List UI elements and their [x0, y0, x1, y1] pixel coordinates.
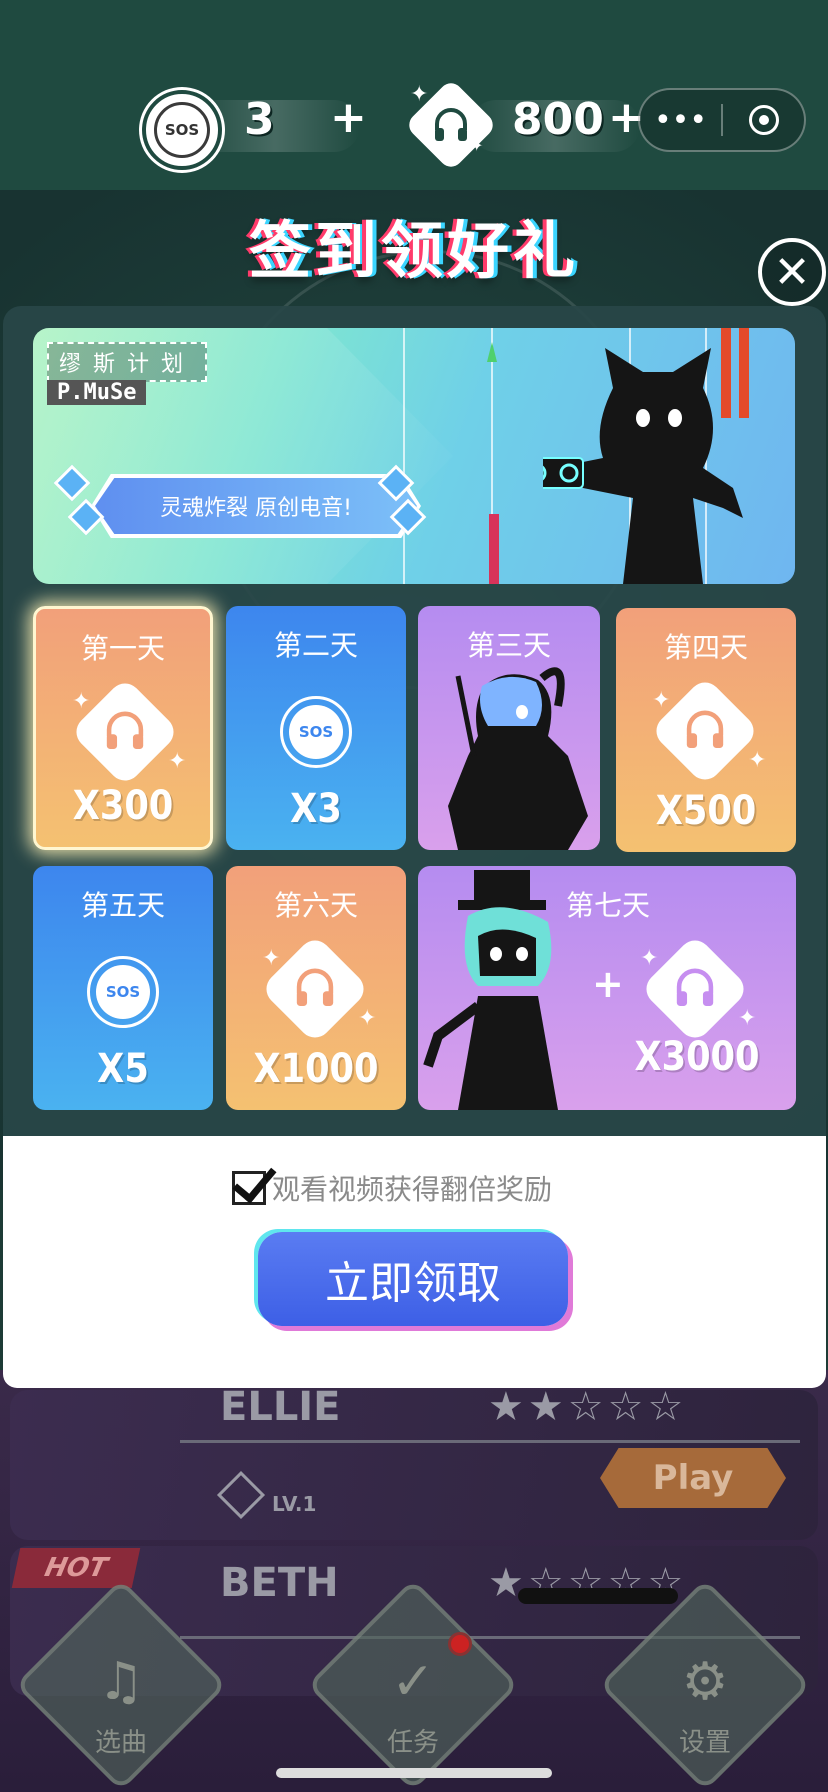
- target-icon: [748, 105, 779, 135]
- day-card-7[interactable]: 第七天 + ✦ ✦ X3000: [418, 866, 796, 1110]
- headphone-glyph-icon: [435, 108, 467, 141]
- brand-chinese: 缪斯计划: [47, 342, 208, 382]
- nav-label: 选曲: [94, 1728, 147, 1758]
- day-card-6[interactable]: 第六天 ✦ ✦ X1000: [226, 866, 406, 1110]
- song-card-ellie: ELLIE ★★☆☆☆ LV.1 Play: [10, 1384, 818, 1540]
- gear-icon: ⚙: [681, 1652, 729, 1712]
- sparkle-icon: ✦: [262, 946, 281, 971]
- play-button[interactable]: Play: [600, 1448, 786, 1508]
- day-label: 第六天: [273, 889, 358, 922]
- sos-add-button[interactable]: +: [330, 92, 367, 143]
- reward-amount: X3000: [634, 1034, 760, 1080]
- clipboard-check-icon: ✓: [391, 1652, 435, 1712]
- day-card-5[interactable]: 第五天 SOS X5: [33, 866, 213, 1110]
- song-name: BETH: [220, 1560, 339, 1606]
- headphone-icon: [676, 968, 714, 1007]
- day-label: 第一天: [80, 632, 165, 665]
- reward-amount: X5: [97, 1046, 149, 1092]
- horned-character-illustration: [448, 667, 588, 850]
- nav-label: 任务: [386, 1728, 439, 1758]
- day-label: 第四天: [663, 631, 748, 664]
- progress-line: [180, 1440, 800, 1443]
- plus-sign: +: [592, 962, 624, 1006]
- top-hat-character-illustration: [423, 870, 558, 1110]
- coin-count: 800: [512, 94, 604, 145]
- double-reward-label: 观看视频获得翻倍奖励: [272, 1173, 553, 1206]
- headphone-icon: [296, 968, 334, 1007]
- note-bar: [489, 514, 499, 584]
- sparkle-icon: ✦: [738, 1006, 757, 1031]
- brand-english: P.MuSe: [47, 380, 147, 405]
- reward-amount: X3: [290, 786, 342, 832]
- note-marker-icon: [487, 342, 497, 362]
- banner-lane: [403, 328, 405, 584]
- double-reward-option[interactable]: 观看视频获得翻倍奖励: [232, 1168, 552, 1208]
- sparkle-icon: ✦: [72, 689, 91, 714]
- nav-label: 设置: [678, 1728, 731, 1758]
- day-card-2[interactable]: 第二天 SOS X3: [226, 606, 406, 850]
- song-level: LV.1: [272, 1492, 317, 1516]
- close-miniprogram-button[interactable]: [723, 90, 804, 150]
- sparkle-icon: ✦: [640, 946, 659, 971]
- day-card-3[interactable]: 第三天: [418, 606, 600, 850]
- more-menu-button[interactable]: •••: [640, 90, 721, 150]
- promo-banner[interactable]: 缪斯计划 P.MuSe 灵魂炸裂 原创电音!: [33, 328, 795, 584]
- sos-reward-icon: SOS: [280, 696, 352, 768]
- sparkle-icon: ✦: [748, 748, 767, 773]
- headphone-icon: [686, 710, 724, 749]
- headphone-icon: [106, 711, 144, 750]
- reward-amount: X500: [655, 788, 757, 834]
- sparkle-icon: ✦: [168, 749, 187, 774]
- slogan-text: 灵魂炸裂 原创电音!: [95, 478, 417, 534]
- cat-hood-character-illustration: [543, 348, 743, 584]
- day-card-4[interactable]: 第四天 ✦ ✦ X500: [616, 608, 796, 852]
- notification-dot: [448, 1632, 472, 1656]
- day-label: 第五天: [80, 889, 165, 922]
- sos-icon: SOS: [142, 90, 222, 170]
- day-label: 第二天: [273, 629, 358, 662]
- music-note-icon: ♫: [97, 1652, 145, 1712]
- home-indicator[interactable]: [276, 1768, 552, 1778]
- redaction-mark: [518, 1588, 678, 1604]
- day-label: 第三天: [466, 629, 551, 662]
- sparkle-icon: ✦: [470, 136, 484, 155]
- sos-count: 3: [244, 94, 275, 145]
- day-card-1[interactable]: 第一天 ✦ ✦ X300: [33, 606, 213, 850]
- popup-title: 签到领好礼: [248, 214, 579, 287]
- close-popup-button[interactable]: ✕: [758, 238, 826, 306]
- sparkle-icon: ✦: [410, 82, 429, 107]
- miniprogram-capsule: •••: [638, 88, 806, 152]
- heart-icon: [216, 1470, 266, 1520]
- reward-amount: X300: [72, 783, 174, 829]
- sparkle-icon: ✦: [358, 1006, 377, 1031]
- reward-amount: X1000: [253, 1046, 379, 1092]
- claim-now-button[interactable]: 立即领取: [258, 1232, 568, 1326]
- star-rating: ★★☆☆☆: [488, 1384, 688, 1430]
- hot-tag: HOT: [11, 1548, 141, 1588]
- sos-reward-icon: SOS: [87, 956, 159, 1028]
- double-reward-checkbox[interactable]: [232, 1171, 266, 1205]
- song-name: ELLIE: [220, 1384, 341, 1430]
- sparkle-icon: ✦: [652, 688, 671, 713]
